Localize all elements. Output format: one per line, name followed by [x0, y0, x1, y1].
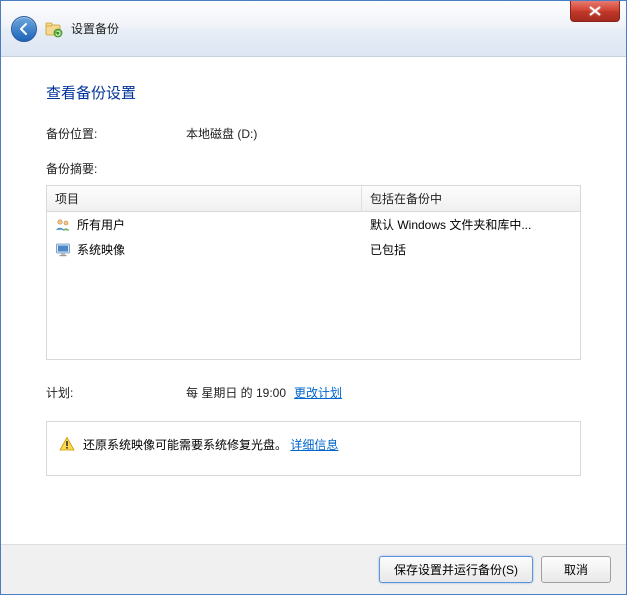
- window-title: 设置备份: [71, 20, 119, 37]
- warning-icon: [59, 436, 75, 452]
- back-arrow-icon: [17, 22, 31, 36]
- col-item-header[interactable]: 项目: [47, 186, 362, 211]
- warning-details-link[interactable]: 详细信息: [290, 438, 338, 452]
- back-button[interactable]: [11, 16, 37, 42]
- table-row[interactable]: 系统映像 已包括: [47, 237, 580, 262]
- row-included-value: 已包括: [362, 239, 580, 260]
- table-header: 项目 包括在备份中: [47, 186, 580, 212]
- schedule-label: 计划:: [46, 384, 186, 401]
- cancel-button[interactable]: 取消: [541, 556, 611, 583]
- col-included-header[interactable]: 包括在备份中: [362, 186, 580, 211]
- schedule-value: 每 星期日 的 19:00: [186, 384, 286, 401]
- save-run-button[interactable]: 保存设置并运行备份(S): [379, 556, 533, 583]
- row-included-value: 默认 Windows 文件夹和库中...: [362, 214, 580, 235]
- table-row[interactable]: 所有用户 默认 Windows 文件夹和库中...: [47, 212, 580, 237]
- footer-bar: 保存设置并运行备份(S) 取消: [1, 544, 626, 594]
- backup-location-label: 备份位置:: [46, 125, 186, 142]
- content-area: 查看备份设置 备份位置: 本地磁盘 (D:) 备份摘要: 项目 包括在备份中 所…: [13, 57, 614, 544]
- users-icon: [55, 217, 71, 233]
- page-title: 查看备份设置: [46, 82, 581, 103]
- warning-text: 还原系统映像可能需要系统修复光盘。: [83, 438, 287, 452]
- backup-location-row: 备份位置: 本地磁盘 (D:): [46, 125, 581, 142]
- header-bar: 设置备份: [1, 1, 626, 57]
- row-item-label: 所有用户: [77, 216, 125, 233]
- close-icon: [589, 6, 601, 16]
- schedule-row: 计划: 每 星期日 的 19:00 更改计划: [46, 384, 581, 401]
- change-schedule-link[interactable]: 更改计划: [294, 384, 342, 401]
- warning-box: 还原系统映像可能需要系统修复光盘。 详细信息: [46, 421, 581, 476]
- backup-location-value: 本地磁盘 (D:): [186, 125, 581, 142]
- monitor-icon: [55, 242, 71, 258]
- close-button[interactable]: [570, 1, 620, 22]
- summary-label: 备份摘要:: [46, 160, 581, 177]
- row-item-label: 系统映像: [77, 241, 125, 258]
- backup-folder-icon: [45, 20, 63, 38]
- summary-table: 项目 包括在备份中 所有用户 默认 Windows 文件夹和库中...: [46, 185, 581, 360]
